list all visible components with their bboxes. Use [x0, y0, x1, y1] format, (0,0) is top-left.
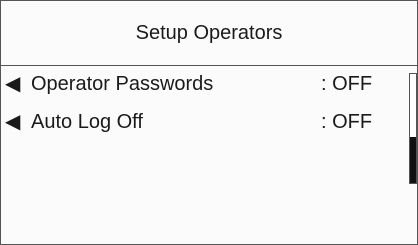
menu-item-value: : OFF: [321, 111, 373, 133]
title-bar: Setup Operators: [1, 1, 417, 66]
left-arrow-icon[interactable]: ◀: [5, 108, 20, 136]
menu-item-value: : OFF: [321, 73, 373, 95]
scrollbar-thumb[interactable]: [410, 137, 416, 183]
page-title: Setup Operators: [135, 21, 283, 44]
lcd-screen: Setup Operators ◀ Operator Passwords : O…: [0, 0, 418, 245]
left-arrow-icon[interactable]: ◀: [5, 70, 20, 98]
scrollbar[interactable]: [409, 73, 417, 184]
menu-item-label: Operator Passwords: [31, 73, 214, 95]
menu-item-label: Auto Log Off: [31, 111, 143, 133]
